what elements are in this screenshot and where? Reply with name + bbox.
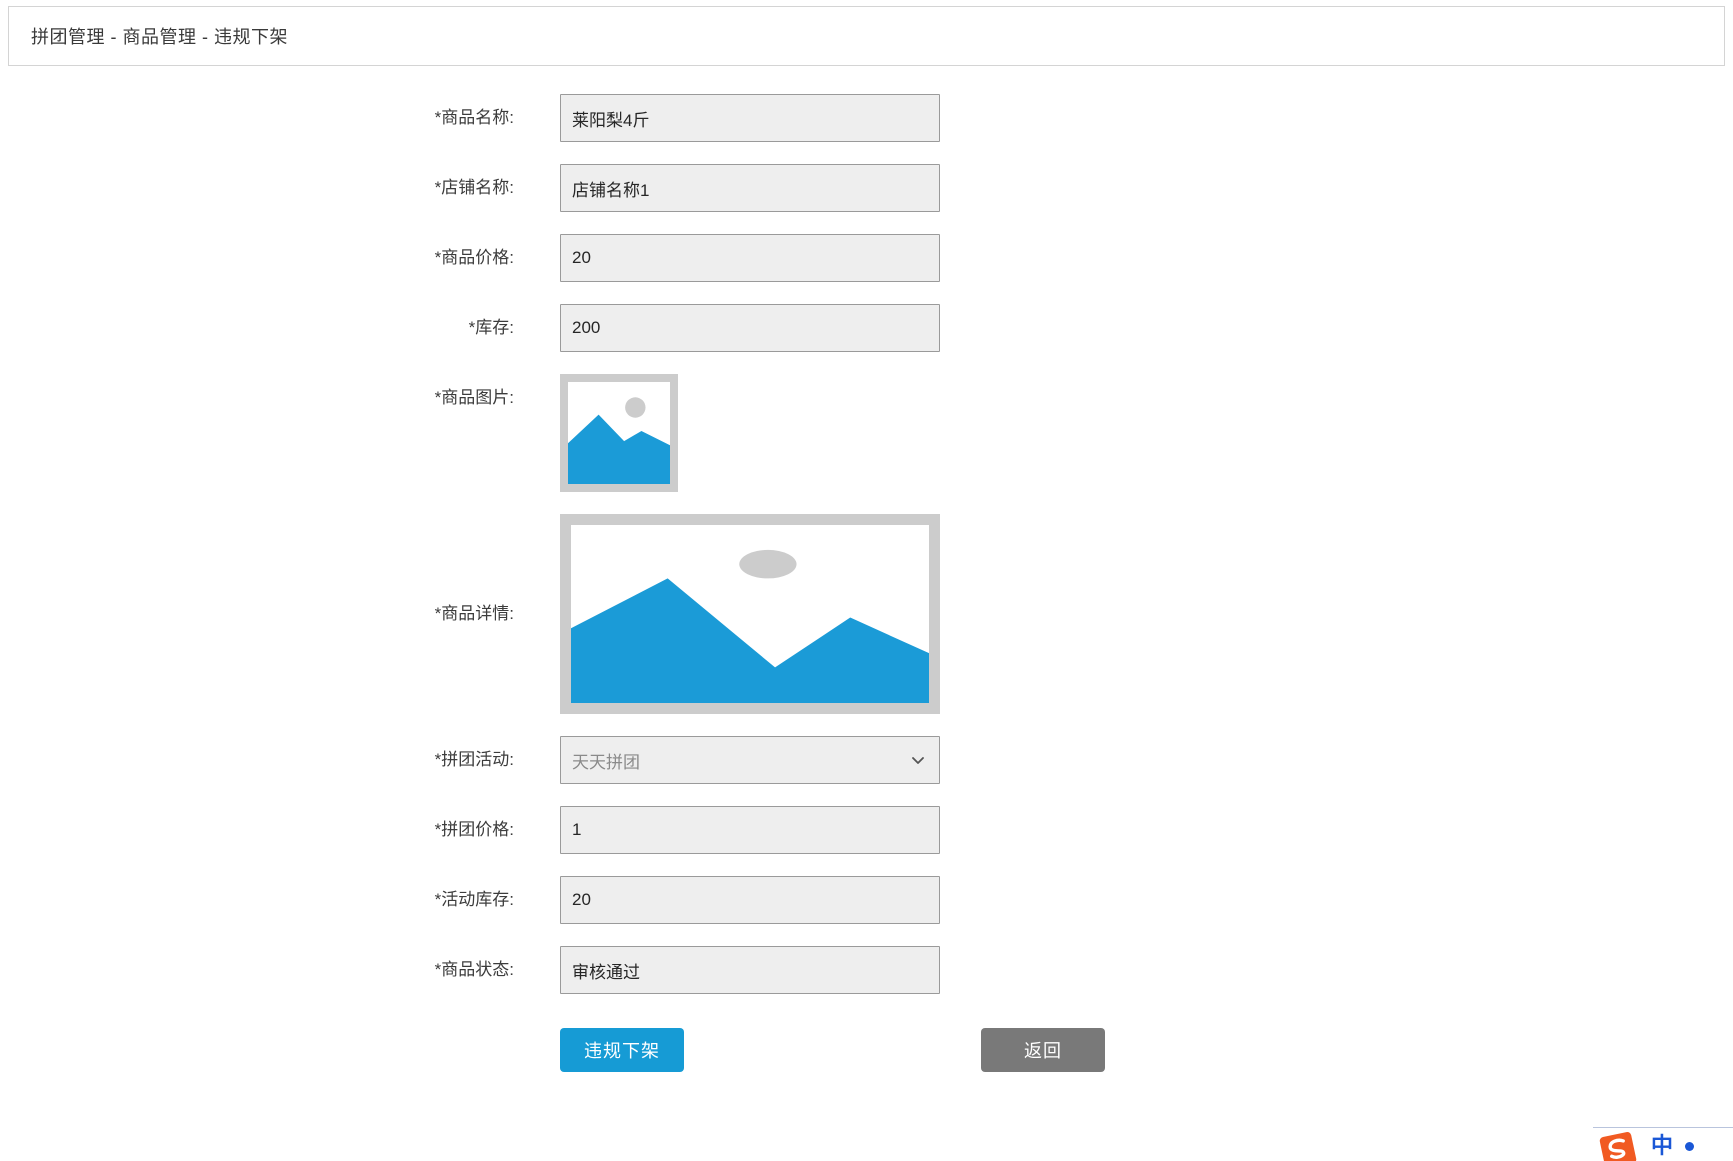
input-shop-name[interactable]: 店铺名称1 [560,164,940,212]
label-stock: *库存: [0,304,560,352]
form-row-shop-name: *店铺名称: 店铺名称1 [0,164,1733,212]
label-product-name: *商品名称: [0,94,560,142]
label-product-image: *商品图片: [0,374,560,422]
form-row-product-status: *商品状态: 审核通过 [0,946,1733,994]
input-activity-stock[interactable]: 20 [560,876,940,924]
chevron-down-icon [911,753,925,767]
field-product-detail [560,514,940,714]
label-group-activity: *拼团活动: [0,736,560,784]
form-row-activity-stock: *活动库存: 20 [0,876,1733,924]
input-stock[interactable]: 200 [560,304,940,352]
field-product-price: 20 [560,234,940,282]
broken-image-icon [571,525,929,703]
breadcrumb: 拼团管理 - 商品管理 - 违规下架 [31,23,288,49]
input-product-name[interactable]: 莱阳梨4斤 [560,94,940,142]
field-group-price: 1 [560,806,940,854]
label-product-detail: *商品详情: [0,514,560,714]
sogou-logo-icon[interactable] [1599,1130,1639,1161]
field-group-activity: 天天拼团 [560,736,940,784]
form-row-product-detail: *商品详情: [0,514,1733,714]
ime-mode-label[interactable]: 中 [1651,1136,1673,1158]
label-product-status: *商品状态: [0,946,560,994]
select-group-activity-value: 天天拼团 [572,748,640,773]
ime-inner: 中 [1593,1127,1733,1161]
field-product-name: 莱阳梨4斤 [560,94,940,142]
label-group-price: *拼团价格: [0,806,560,854]
field-shop-name: 店铺名称1 [560,164,940,212]
label-product-price: *商品价格: [0,234,560,282]
field-product-status: 审核通过 [560,946,940,994]
input-product-status[interactable]: 审核通过 [560,946,940,994]
form-row-stock: *库存: 200 [0,304,1733,352]
broken-image-icon [568,382,670,484]
form-row-group-activity: *拼团活动: 天天拼团 [0,736,1733,784]
product-form: *商品名称: 莱阳梨4斤 *店铺名称: 店铺名称1 *商品价格: 20 *库存:… [0,94,1733,1072]
form-actions: 违规下架 返回 [0,1028,1733,1072]
violation-takedown-button[interactable]: 违规下架 [560,1028,684,1072]
ime-dot-icon[interactable] [1685,1142,1694,1151]
label-activity-stock: *活动库存: [0,876,560,924]
field-stock: 200 [560,304,940,352]
form-row-product-price: *商品价格: 20 [0,234,1733,282]
input-product-price[interactable]: 20 [560,234,940,282]
select-group-activity[interactable]: 天天拼团 [560,736,940,784]
ime-floating-bar[interactable]: 中 [1593,1093,1733,1161]
form-row-product-name: *商品名称: 莱阳梨4斤 [0,94,1733,142]
breadcrumb-bar: 拼团管理 - 商品管理 - 违规下架 [8,6,1725,66]
input-group-price[interactable]: 1 [560,806,940,854]
form-row-product-image: *商品图片: [0,374,1733,492]
label-shop-name: *店铺名称: [0,164,560,212]
product-image-thumbnail[interactable] [560,374,678,492]
field-activity-stock: 20 [560,876,940,924]
back-button[interactable]: 返回 [981,1028,1105,1072]
product-detail-image[interactable] [560,514,940,714]
form-row-group-price: *拼团价格: 1 [0,806,1733,854]
field-product-image [560,374,940,492]
